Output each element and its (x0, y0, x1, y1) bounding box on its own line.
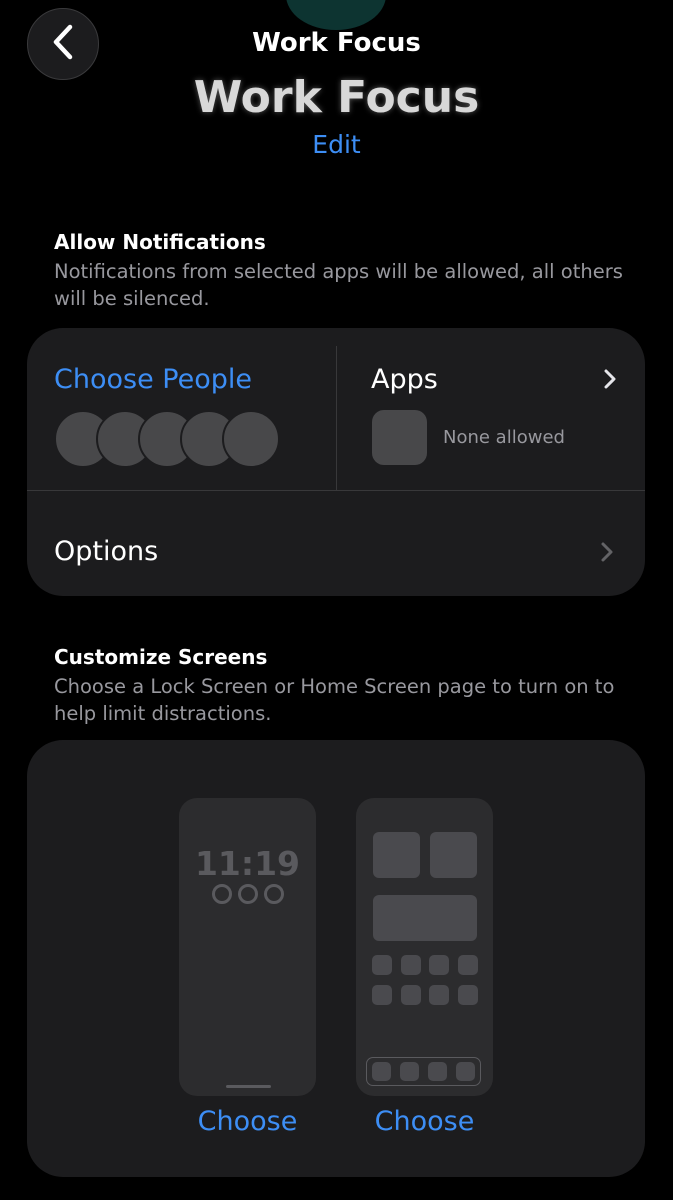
widget-placeholder (430, 832, 477, 878)
choose-home-screen-button[interactable]: Choose (356, 1106, 493, 1137)
lock-screen-preview[interactable]: 11:19 (179, 798, 316, 1096)
allow-notifications-card: Choose People Apps None allowed Options (27, 328, 645, 596)
edit-button[interactable]: Edit (0, 130, 673, 159)
lock-screen-time: 11:19 (194, 844, 301, 883)
dock-app-placeholder (400, 1061, 419, 1081)
choose-people-button[interactable]: Choose People (54, 364, 252, 395)
allow-notifications-title: Allow Notifications (54, 230, 266, 254)
app-icon-placeholder (372, 985, 392, 1005)
widget-circle-icon (263, 884, 284, 904)
app-icon-placeholder (401, 985, 421, 1005)
chevron-right-icon (600, 541, 614, 567)
avatar (222, 410, 280, 468)
app-icon-placeholder (458, 985, 478, 1005)
dock (366, 1057, 481, 1086)
home-screen-preview[interactable] (356, 798, 493, 1096)
app-icon-placeholder (458, 955, 478, 975)
vertical-divider (336, 346, 337, 490)
app-icon-placeholder (372, 955, 392, 975)
home-indicator (226, 1085, 271, 1088)
choose-lock-screen-button[interactable]: Choose (179, 1106, 316, 1137)
customize-screens-card: 11:19 Choose Choose (27, 740, 645, 1177)
chevron-right-icon (603, 368, 617, 394)
dock-app-placeholder (456, 1061, 475, 1081)
nav-title: Work Focus (252, 28, 421, 58)
dock-app-placeholder (428, 1061, 447, 1081)
app-placeholder-icon (372, 410, 427, 465)
widget-circle-icon (237, 884, 258, 904)
work-focus-page: Work Focus Work Focus Edit Allow Notific… (0, 0, 673, 1200)
app-icon-placeholder (429, 985, 449, 1005)
allow-notifications-description: Notifications from selected apps will be… (54, 260, 623, 310)
focus-icon-glow (286, 0, 386, 30)
horizontal-divider (27, 490, 645, 491)
customize-screens-description: Choose a Lock Screen or Home Screen page… (54, 675, 615, 725)
focus-name-title: Work Focus (193, 72, 480, 123)
dock-app-placeholder (372, 1061, 391, 1081)
options-button[interactable]: Options (54, 536, 158, 567)
customize-screens-title: Customize Screens (54, 645, 268, 669)
apps-status: None allowed (443, 427, 565, 448)
widget-circle-icon (211, 884, 232, 904)
app-icon-placeholder (401, 955, 421, 975)
app-icon-placeholder (429, 955, 449, 975)
apps-button[interactable]: Apps (371, 364, 438, 395)
widget-placeholder (373, 895, 477, 941)
lock-screen-widgets (179, 884, 316, 904)
widget-placeholder (373, 832, 420, 878)
